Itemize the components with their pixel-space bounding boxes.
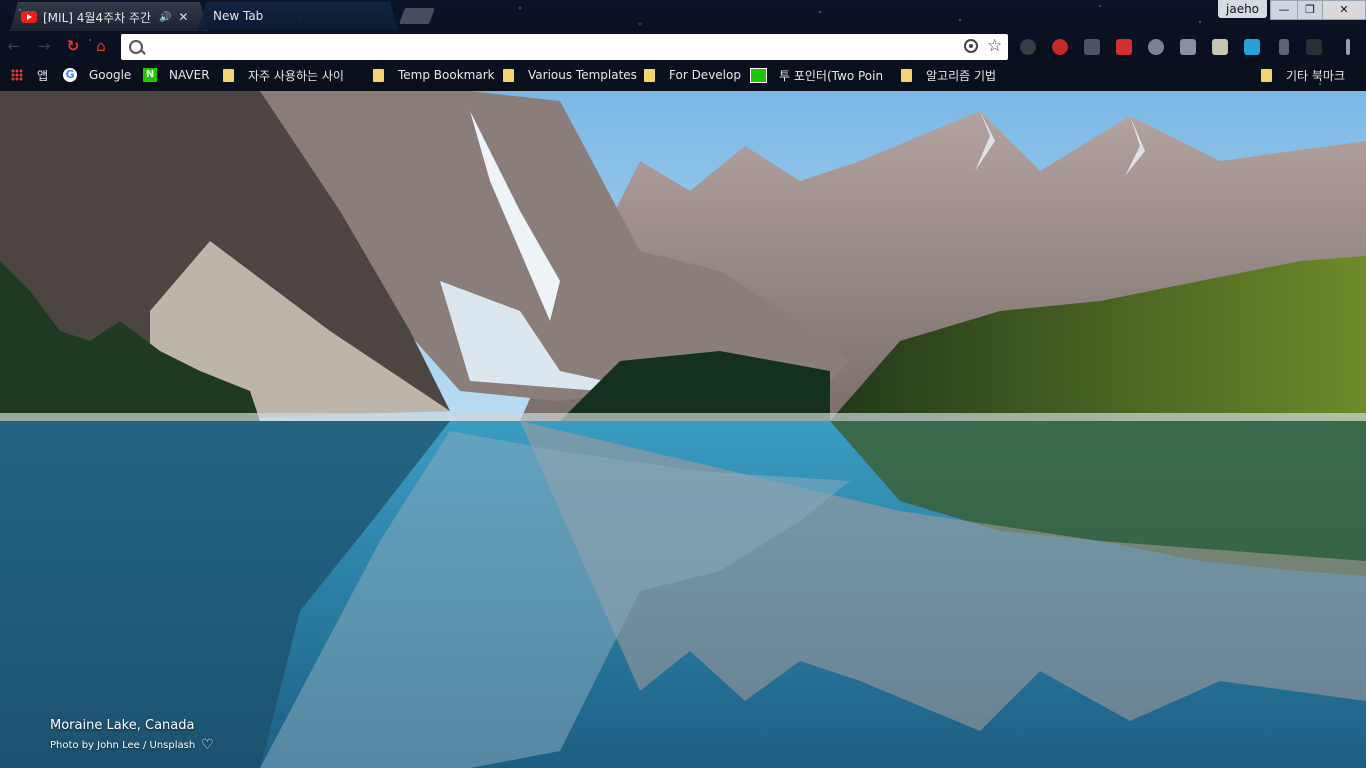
search-icon [129,40,143,54]
photo-credit[interactable]: Photo by John Lee / Unsplash [50,740,195,751]
green-site-icon [750,67,767,83]
extension-dark-icon[interactable] [1020,39,1036,55]
bookmark-label: Temp Bookmark [398,68,495,82]
profile-name: jaeho [1226,2,1260,16]
bookmark-folder-templates[interactable]: Various Templates [503,67,637,83]
bookmark-apps[interactable]: 앱 [11,67,48,83]
folder-icon [644,68,655,82]
extension-terminal-icon[interactable] [1306,39,1322,55]
extension-image-icon[interactable] [1212,39,1228,55]
bookmark-label: Various Templates [528,68,637,82]
bookmark-naver[interactable]: N NAVER [143,67,210,83]
bookmarks-bar: 앱 G Google N NAVER 자주 사용하는 사이 Temp Bookm… [0,63,1366,87]
menu-icon[interactable] [1346,39,1350,55]
extension-screenshot-icon[interactable] [1244,39,1260,55]
bookmark-folder-frequent[interactable]: 자주 사용하는 사이 [223,67,344,83]
tab-youtube[interactable]: [MIL] 4월4주차 주간 🔊 ✕ [10,2,208,31]
home-icon[interactable]: ⌂ [93,38,109,54]
extension-bug-icon[interactable] [1052,39,1068,55]
folder-icon [223,68,234,82]
bookmark-label: 투 포인터(Two Poin [779,68,884,83]
photo-location: Moraine Lake, Canada [50,718,195,733]
heart-icon[interactable]: ♡ [201,738,214,752]
bookmark-label: 알고리즘 기법 [926,68,997,83]
photo-credit-row: Photo by John Lee / Unsplash ♡ [50,738,214,752]
google-icon: G [63,68,77,82]
extension-globe-icon[interactable] [1148,39,1164,55]
bookmark-label: For Develop [669,68,741,82]
folder-icon [1261,68,1272,82]
address-bar[interactable]: ☆ [121,34,1008,60]
tab-title: [MIL] 4월4주차 주간 [43,10,152,25]
bookmark-label: 자주 사용하는 사이 [248,68,344,83]
minimize-button[interactable]: — [1270,0,1298,20]
folder-icon [503,68,514,82]
bookmark-label: Google [89,68,132,82]
background-photo [0,91,1366,768]
location-icon[interactable] [964,39,978,53]
extension-angular-icon[interactable] [1180,39,1196,55]
maximize-button[interactable]: ❐ [1297,0,1323,20]
bookmark-folder-develop[interactable]: For Develop [644,67,741,83]
naver-icon: N [143,68,157,82]
back-icon[interactable]: ← [6,38,22,54]
extension-red-icon[interactable] [1116,39,1132,55]
youtube-icon [21,11,37,23]
folder-icon [901,68,912,82]
reload-icon[interactable]: ↻ [65,38,81,54]
browser-chrome: [MIL] 4월4주차 주간 🔊 ✕ New Tab jaeho — ❐ ✕ ←… [0,0,1366,91]
extension-download-icon[interactable] [1279,39,1289,55]
bookmark-two-pointer[interactable]: 투 포인터(Two Poin [750,67,883,83]
bookmark-label: 앱 [37,68,49,83]
bookmark-google[interactable]: G Google [63,67,131,83]
address-input[interactable] [151,38,955,58]
tab-new-tab[interactable]: New Tab [198,2,398,30]
bookmark-label: NAVER [169,68,210,82]
profile-button[interactable]: jaeho [1218,0,1268,18]
bookmark-folder-temp[interactable]: Temp Bookmark [373,67,495,83]
bookmark-star-icon[interactable]: ☆ [987,36,1002,56]
bookmark-label: 기타 북마크 [1286,68,1346,83]
close-tab-icon[interactable]: ✕ [177,10,189,24]
apps-icon [11,69,23,81]
bookmark-folder-algorithm[interactable]: 알고리즘 기법 [901,67,996,83]
audio-icon[interactable]: 🔊 [159,12,171,23]
new-tab-button[interactable] [399,8,435,24]
close-window-button[interactable]: ✕ [1322,0,1366,20]
forward-icon[interactable]: → [36,38,52,54]
tab-title: New Tab [213,9,264,23]
folder-icon [373,68,384,82]
extension-pocket-icon[interactable] [1084,39,1100,55]
bookmark-other-bookmarks[interactable]: 기타 북마크 [1261,67,1345,83]
